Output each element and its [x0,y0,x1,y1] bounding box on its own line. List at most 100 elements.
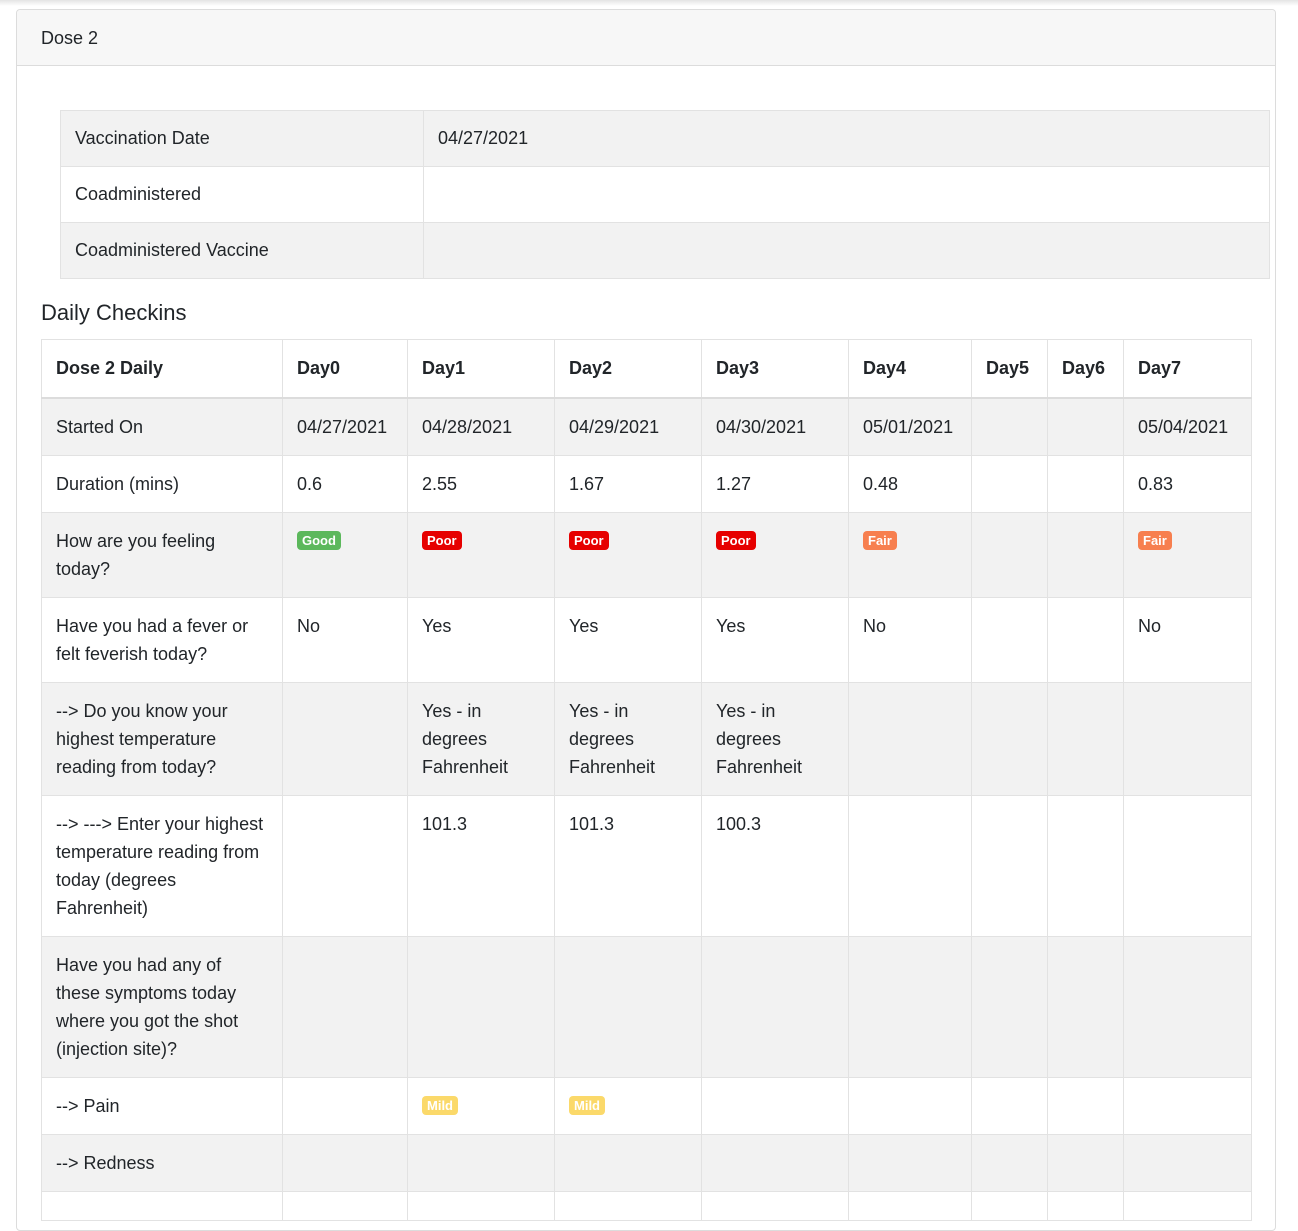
day-cell: No [1123,596,1252,683]
day-cell [1123,935,1252,1078]
day-cell [848,1190,972,1221]
question-cell: --> Do you know your highest temperature… [41,681,283,796]
table-row: Have you had any of these symptoms today… [41,935,1252,1078]
day-cell [848,1133,972,1192]
table-row [41,1190,1252,1221]
table-body: Started On 04/27/2021 04/28/2021 04/29/2021… [41,397,1252,1221]
day-cell: Poor [407,511,555,598]
day-cell [1123,681,1252,796]
day-cell [1047,1190,1124,1221]
column-header: Day6 [1047,339,1124,399]
day-cell [1047,596,1124,683]
day-cell [1047,935,1124,1078]
day-cell: 05/04/2021 [1123,397,1252,456]
status-badge: Poor [422,530,462,550]
day-cell [282,1076,408,1135]
section-title: Daily Checkins [41,300,187,325]
day-cell [1123,1133,1252,1192]
day-cell [1123,1076,1252,1135]
status-badge: Good [297,530,341,550]
header-row: Dose 2 Daily Day0 Day1 Day2 Day3 Day4 Day5 Day6… [41,339,1252,399]
column-header: Day4 [848,339,972,399]
day-cell [701,1076,849,1135]
day-cell: 1.27 [701,454,849,513]
day-cell [1047,397,1124,456]
day-cell [848,1076,972,1135]
top-shadow [0,0,1298,6]
status-badge: Mild [569,1095,605,1115]
panel-title: Dose 2 [41,28,99,48]
day-cell [971,397,1048,456]
day-cell [1047,1076,1124,1135]
day-cell [971,511,1048,598]
info-row: Coadministered [60,166,1270,223]
column-header: Day1 [407,339,555,399]
day-cell [282,681,408,796]
day-cell: No [282,596,408,683]
question-cell: Started On [41,397,283,456]
day-cell [282,1190,408,1221]
day-cell: Fair [1123,511,1252,598]
day-cell [1047,511,1124,598]
table-row: --> Redness [41,1133,1252,1192]
column-header: Day5 [971,339,1048,399]
day-cell: 100.3 [701,794,849,937]
day-cell [701,1190,849,1221]
day-cell [1123,1190,1252,1221]
question-cell: --> ---> Enter your highest temperature … [41,794,283,937]
column-header: Day0 [282,339,408,399]
question-cell: --> Pain [41,1076,283,1135]
day-cell: 04/30/2021 [701,397,849,456]
day-cell: 04/29/2021 [554,397,702,456]
day-cell: 101.3 [407,794,555,937]
question-cell: --> Redness [41,1133,283,1192]
question-cell: Have you had any of these symptoms today… [41,935,283,1078]
day-cell [701,935,849,1078]
day-cell [282,1133,408,1192]
table-row: How are you feeling today? Good Poor Poor Po… [41,511,1252,598]
day-cell [1047,794,1124,937]
day-cell: No [848,596,972,683]
question-cell: Have you had a fever or felt feverish to… [41,596,283,683]
vaccination-info-table: Vaccination Date 04/27/2021 Coadminister… [60,110,1270,279]
day-cell: 0.48 [848,454,972,513]
day-cell: Poor [554,511,702,598]
panel-header: Dose 2 [17,10,1275,66]
info-value [423,166,1270,223]
day-cell [282,794,408,937]
question-cell: Duration (mins) [41,454,283,513]
column-header: Day3 [701,339,849,399]
column-header: Dose 2 Daily [41,339,283,399]
column-header: Day7 [1123,339,1252,399]
day-cell [407,1190,555,1221]
day-cell [407,935,555,1078]
day-cell: Poor [701,511,849,598]
day-cell: 04/28/2021 [407,397,555,456]
day-cell [971,681,1048,796]
status-badge: Mild [422,1095,458,1115]
day-cell [971,794,1048,937]
day-cell [554,1190,702,1221]
day-cell: Yes [701,596,849,683]
day-cell [1047,1133,1124,1192]
question-cell: How are you feeling today? [41,511,283,598]
info-label: Coadministered Vaccine [60,222,424,279]
table-row: Have you had a fever or felt feverish to… [41,596,1252,683]
day-cell: 2.55 [407,454,555,513]
day-cell [554,1133,702,1192]
info-value [423,222,1270,279]
info-row: Vaccination Date 04/27/2021 [60,110,1270,167]
table-row: --> Pain Mild Mild [41,1076,1252,1135]
table-row: Duration (mins) 0.6 2.55 1.67 1.27 0.48 0.83 [41,454,1252,513]
day-cell: Mild [407,1076,555,1135]
day-cell [971,596,1048,683]
column-header: Day2 [554,339,702,399]
day-cell: 05/01/2021 [848,397,972,456]
day-cell [848,935,972,1078]
status-badge: Poor [716,530,756,550]
table-row: --> ---> Enter your highest temperature … [41,794,1252,937]
day-cell [1047,454,1124,513]
day-cell: 04/27/2021 [282,397,408,456]
day-cell [282,935,408,1078]
day-cell: 0.83 [1123,454,1252,513]
